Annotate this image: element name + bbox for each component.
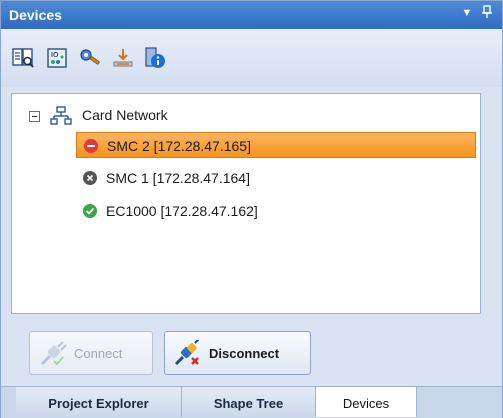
io-module-icon[interactable]: IO	[45, 46, 69, 70]
svg-text:IO: IO	[51, 52, 59, 59]
settings-tools-icon[interactable]	[78, 46, 102, 70]
device-list-icon[interactable]	[11, 46, 35, 70]
connect-button[interactable]: Connect	[29, 331, 153, 375]
tab-devices[interactable]: Devices	[316, 387, 417, 417]
disconnect-plug-icon	[173, 338, 203, 368]
error-status-icon	[84, 139, 98, 153]
tab-shape-tree[interactable]: Shape Tree	[182, 387, 316, 417]
device-row-smc1[interactable]: SMC 1 [172.28.47.164]	[76, 165, 476, 191]
device-info-icon[interactable]	[143, 46, 167, 70]
tab-label: Devices	[342, 396, 390, 411]
connect-label: Connect	[74, 346, 123, 361]
pin-icon[interactable]	[479, 5, 495, 21]
disconnect-button[interactable]: Disconnect	[164, 331, 311, 375]
connect-plug-icon	[38, 340, 68, 368]
device-tree[interactable]: Card Network SMC 2 [172.28.47.165] SMC 1…	[11, 93, 481, 314]
tree-root-label[interactable]: Card Network	[82, 107, 168, 123]
device-label: EC1000 [172.28.47.162]	[106, 203, 258, 219]
network-icon	[50, 106, 72, 126]
collapse-icon[interactable]	[29, 111, 40, 122]
action-bar: Connect Disconnect	[1, 319, 502, 379]
panel-title: Devices	[9, 7, 62, 23]
device-row-ec1000[interactable]: EC1000 [172.28.47.162]	[76, 198, 476, 224]
download-icon[interactable]	[111, 46, 135, 70]
tab-project-explorer[interactable]: Project Explorer	[16, 387, 182, 417]
tab-label: Shape Tree	[213, 396, 284, 411]
panel-title-bar: Devices ▼	[1, 1, 502, 29]
ok-status-icon	[83, 204, 97, 218]
device-row-smc2[interactable]: SMC 2 [172.28.47.165]	[76, 132, 476, 158]
disconnected-status-icon	[83, 171, 97, 185]
toolbar: IO	[1, 29, 502, 87]
dropdown-arrow-icon[interactable]: ▼	[459, 5, 475, 21]
devices-panel: Devices ▼ IO Card Network SMC 2 [172.28.…	[0, 0, 503, 418]
device-label: SMC 1 [172.28.47.164]	[106, 170, 250, 186]
panel-tabs: Project Explorer Shape Tree Devices	[1, 386, 502, 418]
disconnect-label: Disconnect	[209, 346, 280, 361]
tab-label: Project Explorer	[48, 396, 149, 411]
device-label: SMC 2 [172.28.47.165]	[107, 138, 251, 154]
